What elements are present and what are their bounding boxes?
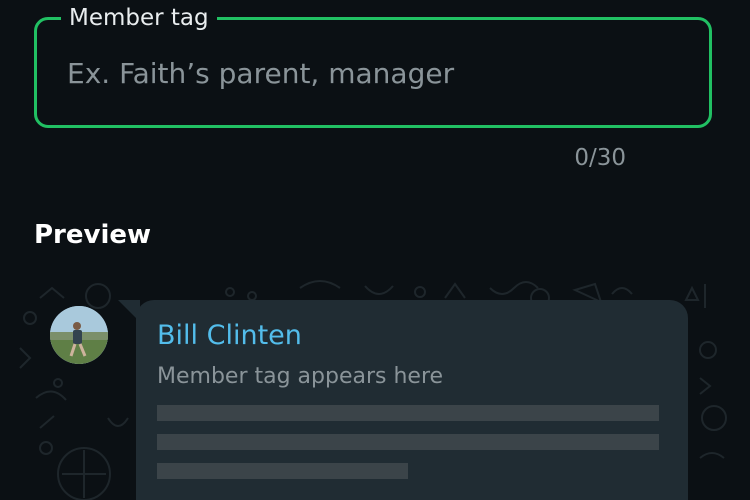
member-tag-screen: Member tag 0/30 Preview — [0, 0, 750, 500]
member-tag-field[interactable]: Member tag — [34, 3, 712, 128]
sender-name: Bill Clinten — [157, 320, 302, 351]
avatar[interactable] — [50, 306, 108, 364]
message-placeholder-line — [157, 405, 659, 421]
member-tag-label: Member tag — [61, 3, 217, 33]
member-tag-preview: Member tag appears here — [157, 364, 444, 389]
person-photo-icon — [50, 306, 108, 364]
character-counter: 0/30 — [574, 145, 626, 171]
member-tag-input[interactable] — [67, 57, 687, 90]
preview-heading: Preview — [34, 220, 152, 250]
message-placeholder-line — [157, 463, 408, 479]
message-placeholder-line — [157, 434, 659, 450]
